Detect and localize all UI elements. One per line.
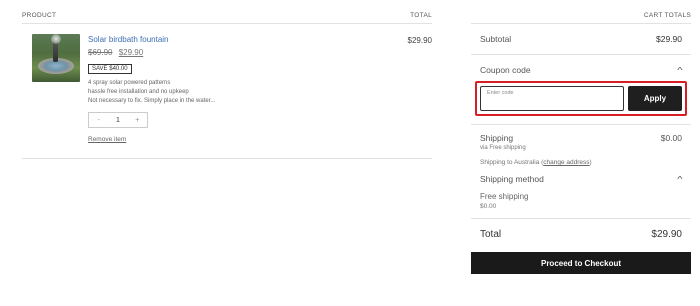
coupon-form: Enter code Apply	[475, 81, 687, 116]
subtotal-value: $29.90	[656, 34, 682, 44]
ship-to-suffix: )	[589, 159, 592, 166]
shipping-value: $0.00	[660, 133, 682, 143]
ship-to-prefix: Shipping to Australia (	[480, 159, 544, 166]
sale-price: $29.90	[118, 48, 144, 57]
coupon-toggle[interactable]: Coupon code ^	[471, 55, 691, 79]
shipping-method-toggle[interactable]: Shipping method ^	[471, 166, 691, 184]
quantity-input[interactable]: 1	[108, 117, 127, 124]
subtotal-label: Subtotal	[480, 34, 512, 44]
product-thumbnail[interactable]	[32, 34, 80, 82]
cart-totals-panel: CART TOTALS Subtotal $29.90 Coupon code …	[471, 12, 691, 274]
total-column-header: TOTAL	[410, 12, 432, 19]
shipping-method-price: $0.00	[480, 203, 497, 210]
product-prices: $69.90 $29.90	[88, 48, 432, 57]
shipping-method-label: Shipping method	[480, 174, 544, 184]
order-total-row: Total $29.90	[471, 219, 691, 250]
proceed-to-checkout-button[interactable]: Proceed to Checkout	[471, 252, 691, 274]
coupon-code-input[interactable]: Enter code	[480, 86, 624, 111]
total-label: Total	[480, 229, 502, 240]
product-column-header: PRODUCT	[22, 12, 57, 19]
chevron-up-icon: ^	[677, 174, 683, 184]
product-info: Solar birdbath fountain $69.90 $29.90 SA…	[88, 34, 432, 148]
shipping-label: Shipping	[480, 133, 514, 143]
remove-item-link[interactable]: Remove item	[88, 136, 126, 143]
line-total: $29.90	[407, 36, 432, 45]
product-features: 4 spray solar powered patterns hassle fr…	[88, 79, 432, 106]
feature-line: 4 spray solar powered patterns	[88, 80, 171, 86]
shipping-destination: Shipping to Australia (change address)	[471, 151, 691, 166]
shipping-method-name: Free shipping	[480, 192, 529, 201]
quantity-stepper: - 1 +	[88, 112, 148, 128]
shipping-method-option[interactable]: Free shipping $0.00	[471, 184, 691, 219]
quantity-increase-button[interactable]: +	[128, 117, 147, 124]
coupon-label: Coupon code	[480, 65, 531, 75]
original-price: $69.90	[88, 48, 113, 57]
shipping-section: Shipping $0.00 via Free shipping	[471, 125, 691, 151]
product-name-link[interactable]: Solar birdbath fountain	[88, 35, 432, 44]
cart-items-section: PRODUCT TOTAL Solar birdbath fountain $6…	[22, 12, 432, 159]
apply-coupon-button[interactable]: Apply	[628, 86, 682, 111]
subtotal-row: Subtotal $29.90	[471, 24, 691, 55]
feature-line: Not necessary to fix. Simply place in th…	[88, 98, 216, 104]
change-address-link[interactable]: change address	[543, 159, 589, 166]
cart-totals-header: CART TOTALS	[471, 12, 691, 24]
savings-badge: SAVE $40.00	[88, 64, 132, 74]
cart-table-header: PRODUCT TOTAL	[22, 12, 432, 24]
total-value: $29.90	[651, 229, 682, 240]
feature-line: hassle free installation and no upkeep	[88, 89, 189, 95]
cart-item-row: Solar birdbath fountain $69.90 $29.90 SA…	[22, 24, 432, 159]
chevron-up-icon: ^	[677, 65, 683, 75]
quantity-decrease-button[interactable]: -	[89, 117, 108, 124]
